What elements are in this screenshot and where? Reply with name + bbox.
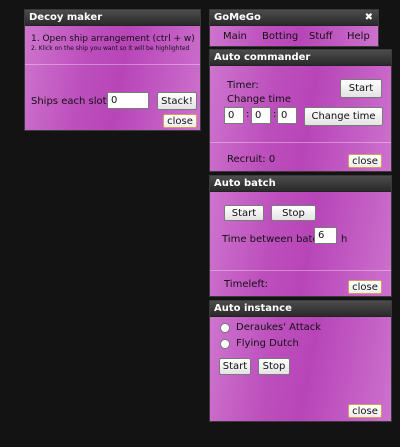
time-between-batch-input[interactable] <box>314 227 337 244</box>
change-time-button[interactable]: Change time <box>304 107 383 126</box>
decoy-close-button[interactable]: close <box>163 114 197 128</box>
decoy-separator <box>25 64 200 65</box>
option-deraukes-attack-label[interactable]: Deraukes' Attack <box>236 322 321 333</box>
auto-batch-title: Auto batch <box>210 176 391 192</box>
commander-close-button[interactable]: close <box>348 154 382 168</box>
batch-start-button[interactable]: Start <box>224 205 264 221</box>
gomego-title-text: GoMeGo <box>214 12 261 23</box>
menu-botting[interactable]: Botting <box>262 31 298 42</box>
decoy-instruction-2: 2. Klick on the ship you want so it will… <box>31 45 190 52</box>
timeleft-label: Timeleft: <box>224 279 269 290</box>
instance-start-button[interactable]: Start <box>219 358 251 375</box>
close-icon[interactable]: ✖ <box>365 10 373 26</box>
menu-main[interactable]: Main <box>223 31 247 42</box>
time-separator-2: : <box>273 109 277 120</box>
batch-separator <box>210 270 391 271</box>
auto-commander-window: Auto commander Timer: Start Change time … <box>209 49 392 172</box>
menu-stuff[interactable]: Stuff <box>309 31 333 42</box>
radio-deraukes-attack[interactable] <box>220 323 230 333</box>
time-unit-label: h <box>341 234 348 245</box>
batch-close-button[interactable]: close <box>348 280 382 294</box>
commander-start-button[interactable]: Start <box>340 79 382 98</box>
recruit-count: Recruit: 0 <box>227 154 276 165</box>
ships-each-slot-input[interactable] <box>107 92 149 109</box>
change-time-label: Change time <box>227 94 292 105</box>
instance-stop-button[interactable]: Stop <box>258 358 290 375</box>
stack-button[interactable]: Stack! <box>157 92 197 110</box>
decoy-instruction-1: 1. Open ship arrangement (ctrl + w) <box>31 34 195 44</box>
option-flying-dutch-label[interactable]: Flying Dutch <box>236 338 299 349</box>
gomego-title: GoMeGo ✖ <box>210 10 378 26</box>
decoy-maker-title: Decoy maker <box>25 10 200 26</box>
hours-input[interactable] <box>224 107 244 124</box>
auto-commander-title: Auto commander <box>210 50 391 66</box>
decoy-maker-window: Decoy maker 1. Open ship arrangement (ct… <box>24 9 201 131</box>
menu-help[interactable]: Help <box>347 31 370 42</box>
seconds-input[interactable] <box>277 107 297 124</box>
auto-batch-window: Auto batch Start Stop Time between batch… <box>209 175 392 297</box>
ships-each-slot-label: Ships each slot: <box>31 96 110 107</box>
commander-separator <box>210 142 391 143</box>
gomego-window: GoMeGo ✖ Main Botting Stuff Help <box>209 9 379 47</box>
time-separator-1: : <box>246 109 250 120</box>
batch-stop-button[interactable]: Stop <box>271 205 316 221</box>
auto-instance-window: Auto instance Deraukes' Attack Flying Du… <box>209 300 392 422</box>
timer-label: Timer: <box>227 80 259 91</box>
radio-flying-dutch[interactable] <box>220 339 230 349</box>
minutes-input[interactable] <box>251 107 271 124</box>
instance-close-button[interactable]: close <box>348 404 382 418</box>
auto-instance-title: Auto instance <box>210 301 391 317</box>
time-between-batch-label: Time between batch: <box>222 234 328 245</box>
